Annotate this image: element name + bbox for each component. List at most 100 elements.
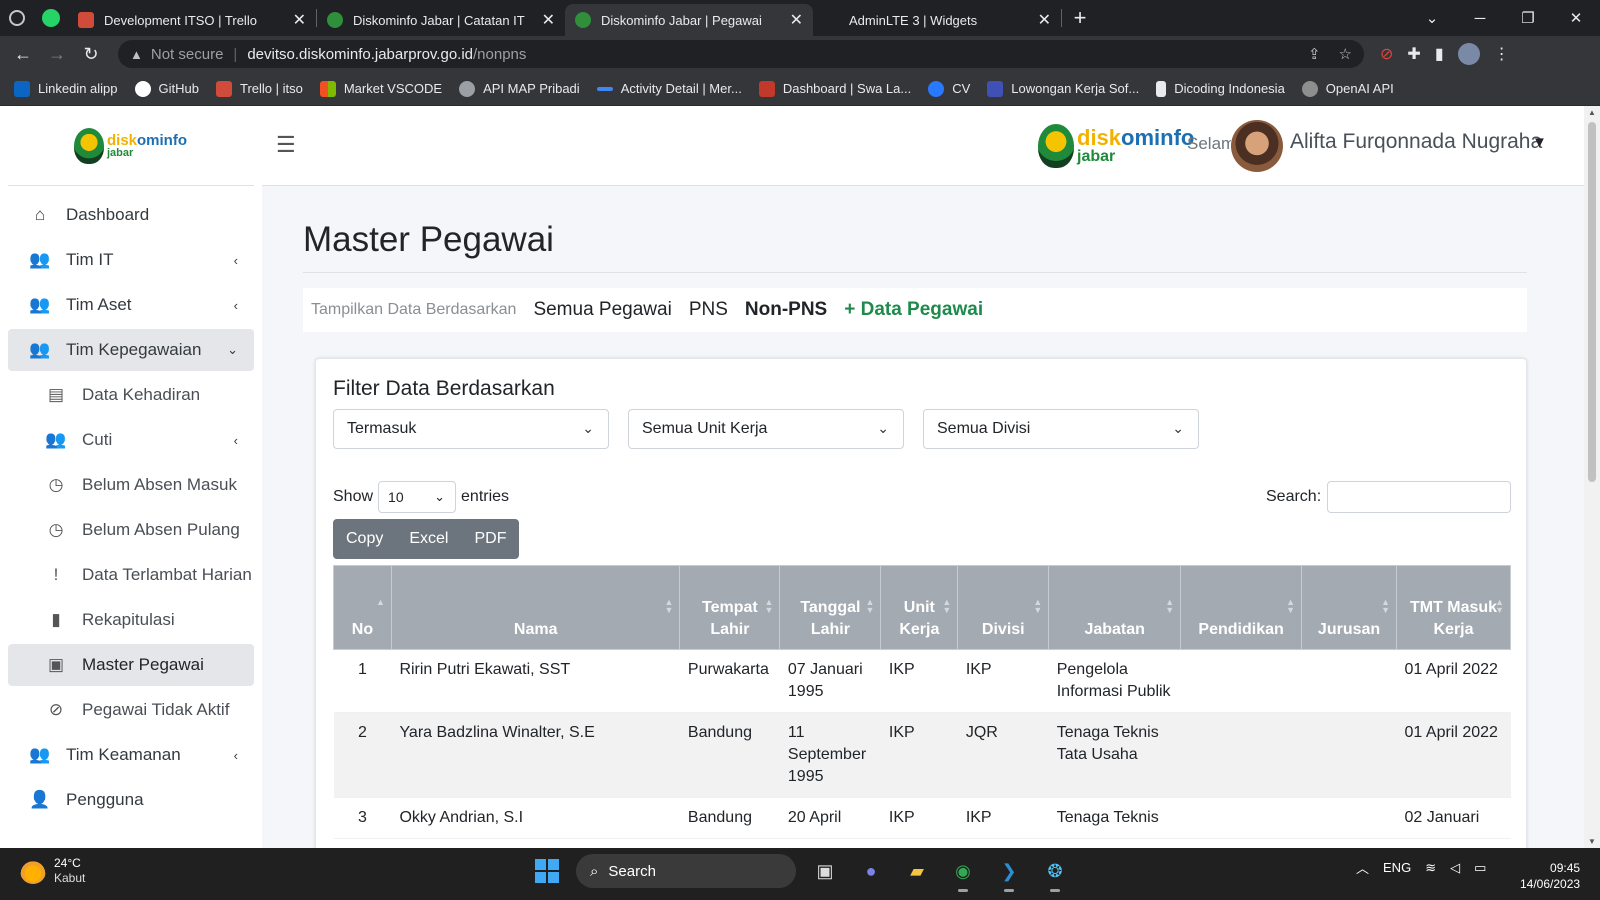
volume-icon[interactable]: ◁ — [1450, 860, 1460, 876]
bookmark-market-vscode[interactable]: Market VSCODE — [319, 80, 442, 97]
task-view-icon[interactable]: ▣ — [808, 854, 842, 888]
back-icon[interactable]: ← — [6, 44, 40, 65]
page-scrollbar[interactable]: ▲ ▼ — [1584, 106, 1600, 848]
weather-widget[interactable]: 24°C Kabut — [20, 856, 85, 886]
filter-link-non-pns[interactable]: Non-PNS — [745, 299, 827, 321]
whatsapp-tab-icon[interactable] — [34, 0, 68, 36]
filter-link-semua-pegawai[interactable]: Semua Pegawai — [533, 299, 671, 321]
column-header[interactable]: Jurusan ▲ ▼ — [1301, 565, 1398, 650]
file-explorer-icon[interactable]: ▰ — [900, 854, 934, 888]
browser-tab-3-active[interactable]: Diskominfo Jabar | Pegawai ✕ — [565, 4, 813, 36]
scroll-up-arrow-icon[interactable]: ▲ — [1584, 108, 1600, 117]
tray-overflow-chevron-icon[interactable]: ︿ — [1356, 858, 1369, 877]
vscode-icon[interactable]: ❯ — [992, 854, 1026, 892]
scrollbar-thumb[interactable] — [1588, 122, 1596, 482]
app-icon[interactable]: ❂ — [1038, 854, 1072, 892]
bookmark-linkedin[interactable]: Linkedin alipp — [14, 80, 118, 97]
taskbar-clock[interactable]: 09:45 14/06/2023 — [1520, 860, 1580, 892]
column-header[interactable]: TMT Masuk Kerja ▲ ▼ — [1396, 565, 1511, 650]
maximize-icon[interactable]: ❐ — [1504, 9, 1552, 27]
scroll-down-arrow-icon[interactable]: ▼ — [1584, 837, 1600, 846]
divisi-select[interactable]: Semua Divisi ⌄ — [923, 409, 1199, 449]
chrome-icon[interactable]: ◉ — [946, 854, 980, 892]
close-window-icon[interactable]: ✕ — [1552, 9, 1600, 27]
extension-eye-icon[interactable]: ⊘ — [1380, 44, 1393, 64]
new-tab-icon[interactable]: + — [1062, 0, 1098, 36]
browser-tab-2[interactable]: Diskominfo Jabar | Catatan IT ✕ — [317, 4, 565, 36]
sidebar-item-tim-keamanan[interactable]: 👥 Tim Keamanan ‹ — [8, 734, 254, 776]
column-header[interactable]: No ▲ — [333, 565, 392, 650]
browser-tab-1[interactable]: Development ITSO | Trello ✕ — [68, 4, 316, 36]
forward-icon[interactable]: → — [40, 44, 74, 65]
close-tab-icon[interactable]: ✕ — [542, 10, 555, 30]
column-header[interactable]: Jabatan ▲ ▼ — [1048, 565, 1182, 650]
user-dropdown-caret-icon[interactable]: ▼ — [1532, 134, 1547, 151]
column-header[interactable]: Tempat Lahir ▲ ▼ — [679, 565, 781, 650]
sidebar-item-tim-kepegawaian[interactable]: 👥 Tim Kepegawaian ⌄ — [8, 329, 254, 371]
table-row[interactable]: 1 Ririn Putri Ekawati, SST Purwakarta 07 Ja… — [333, 649, 1511, 713]
sidebar-item-belum-absen-masuk[interactable]: ◷ Belum Absen Masuk — [8, 464, 254, 506]
teams-chat-icon[interactable]: ● — [854, 854, 888, 888]
add-employee-link[interactable]: + Data Pegawai — [844, 299, 983, 321]
filter-link-pns[interactable]: PNS — [689, 299, 728, 321]
language-indicator[interactable]: ENG — [1383, 860, 1411, 875]
sidebar-item-data-kehadiran[interactable]: ▤ Data Kehadiran — [8, 374, 254, 416]
kebab-menu-icon[interactable]: ⋮ — [1494, 44, 1510, 64]
sidebar-brand[interactable]: diskominfo jabar — [8, 106, 254, 186]
status-select[interactable]: Termasuk ⌄ — [333, 409, 609, 449]
bookmark-lowongan[interactable]: Lowongan Kerja Sof... — [987, 80, 1139, 97]
side-panel-icon[interactable]: ▮ — [1435, 44, 1444, 64]
taskbar-search[interactable]: ⌕ Search — [576, 854, 796, 888]
close-tab-icon[interactable]: ✕ — [293, 10, 306, 30]
bookmark-cv[interactable]: CV — [928, 80, 970, 97]
bookmark-trello[interactable]: Trello | itso — [215, 80, 303, 97]
hamburger-menu-icon[interactable]: ☰ — [276, 132, 296, 158]
sidebar-item-pengguna[interactable]: 👤 Pengguna — [8, 779, 254, 821]
table-row[interactable]: 3 Okky Andrian, S.I Bandung 20 April IKP IKP T… — [333, 797, 1511, 839]
search-input[interactable] — [1327, 481, 1512, 513]
tab-list-chevron-icon[interactable]: ⌄ — [1408, 9, 1456, 27]
bookmark-github[interactable]: GitHub — [134, 80, 199, 97]
share-icon[interactable]: ⇪ — [1308, 45, 1321, 63]
column-header[interactable]: Tanggal Lahir ▲ ▼ — [779, 565, 882, 650]
sidebar-item-data-terlambat-harian[interactable]: ! Data Terlambat Harian — [8, 554, 254, 596]
excel-button[interactable]: Excel — [396, 530, 461, 548]
bookmark-api-map[interactable]: API MAP Pribadi — [459, 80, 580, 97]
sidebar-item-rekapitulasi[interactable]: ▮ Rekapitulasi — [8, 599, 254, 641]
sidebar-item-cuti[interactable]: 👥 Cuti ‹ — [8, 419, 254, 461]
entries-select[interactable]: 10 ⌄ — [378, 481, 457, 513]
column-header[interactable]: Unit Kerja ▲ ▼ — [880, 565, 959, 650]
unit-kerja-select[interactable]: Semua Unit Kerja ⌄ — [628, 409, 904, 449]
bookmark-openai[interactable]: OpenAI API — [1301, 80, 1394, 97]
bookmark-dicoding[interactable]: Dicoding Indonesia — [1156, 80, 1285, 97]
bookmark-activity-detail[interactable]: Activity Detail | Mer... — [596, 81, 742, 96]
close-tab-icon[interactable]: ✕ — [790, 10, 803, 30]
column-header[interactable]: Pendidikan ▲ ▼ — [1180, 565, 1303, 650]
user-name[interactable]: Alifta Furqonnada Nugraha — [1290, 130, 1542, 154]
bookmark-dashboard-swa[interactable]: Dashboard | Swa La... — [758, 80, 911, 97]
profile-avatar-icon[interactable] — [1457, 43, 1480, 65]
wifi-icon[interactable]: ≋ — [1425, 860, 1436, 876]
column-header[interactable]: Nama ▲ ▼ — [390, 565, 681, 650]
browser-tab-4[interactable]: AdminLTE 3 | Widgets ✕ — [813, 4, 1061, 36]
close-tab-icon[interactable]: ✕ — [1038, 10, 1051, 30]
sidebar-item-tim-it[interactable]: 👥 Tim IT ‹ — [8, 239, 254, 281]
sidebar-item-tim-aset[interactable]: 👥 Tim Aset ‹ — [8, 284, 254, 326]
battery-icon[interactable]: ▭ — [1474, 860, 1486, 876]
puzzle-icon[interactable]: ✚ — [1407, 44, 1420, 64]
pdf-button[interactable]: PDF — [461, 530, 519, 548]
column-header[interactable]: Divisi ▲ ▼ — [957, 565, 1050, 650]
bookmark-star-icon[interactable]: ☆ — [1339, 45, 1352, 63]
table-row[interactable]: 2 Yara Badzlina Winalter, S.E Bandung 11 Se… — [333, 712, 1511, 798]
warning-triangle-icon[interactable]: ▲ — [130, 47, 143, 62]
reload-icon[interactable]: ↻ — [74, 44, 108, 65]
tab-search-icon[interactable] — [0, 0, 34, 36]
sidebar-item-master-pegawai[interactable]: ▣ Master Pegawai — [8, 644, 254, 686]
copy-button[interactable]: Copy — [333, 530, 396, 548]
address-bar[interactable]: ▲ Not secure | devitso.diskominfo.jabarp… — [118, 40, 1364, 68]
sidebar-item-belum-absen-pulang[interactable]: ◷ Belum Absen Pulang — [8, 509, 254, 551]
start-button[interactable] — [530, 854, 564, 888]
user-avatar[interactable] — [1231, 120, 1283, 172]
sidebar-item-dashboard[interactable]: ⌂ Dashboard — [8, 194, 254, 236]
minimize-icon[interactable]: ─ — [1456, 10, 1504, 27]
